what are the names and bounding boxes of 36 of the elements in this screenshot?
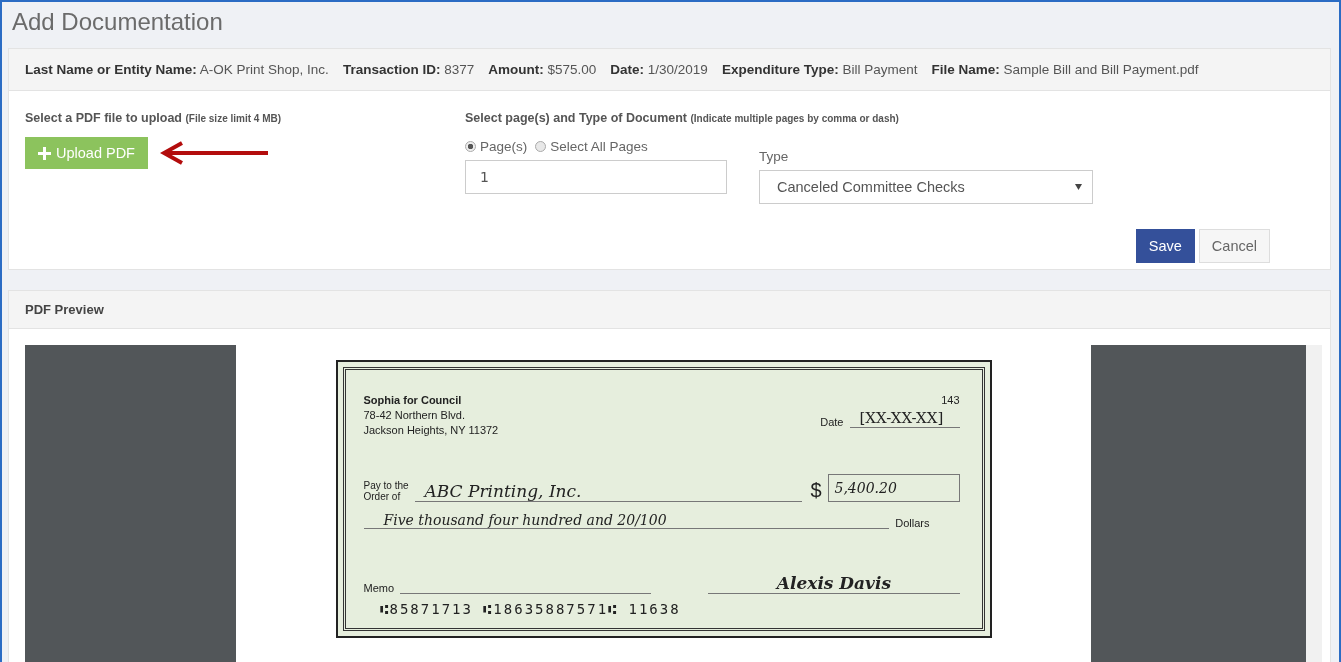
check-number: 143 <box>941 394 960 406</box>
date-value: [XX-XX-XX] <box>859 409 944 427</box>
arrow-icon <box>160 140 270 166</box>
pay-label: Order of <box>363 491 402 502</box>
info-text: Date: 1/30/2019 <box>610 62 708 77</box>
info-text: File Name: Sample Bill and Bill Payment.pdf <box>931 62 1199 77</box>
caret-icon <box>1075 184 1082 190</box>
type-label: Type <box>759 149 789 164</box>
signature: Alexis Davis <box>776 573 891 593</box>
micr-line: ⑆85871713 ⑆18635887571⑆ 11638 <box>379 601 681 617</box>
amount-words: Five thousand four hundred and 20/100 <box>383 512 667 528</box>
page-radio[interactable]: Select All Pages <box>535 139 648 154</box>
preview-heading: PDF Preview <box>9 291 1330 329</box>
dollar-sign: $ <box>810 479 822 502</box>
address-line: Jackson Heights, NY 11372 <box>363 424 500 436</box>
pay-label: Pay to the <box>363 480 409 491</box>
plus-icon <box>38 146 51 160</box>
info-text: Last Name or Entity Name: A-OK Print Shop, Inc. <box>25 62 329 77</box>
payee-name: ABC Printing, Inc. <box>424 481 582 501</box>
info-text: Transaction ID: 8377 <box>342 62 475 77</box>
memo-label: Memo <box>363 582 395 594</box>
payer-name: Sophia for Council <box>363 394 463 406</box>
pages-input[interactable]: 1 <box>465 160 727 194</box>
pages-heading: Select page(s) and Type of Document (Indicate multiple pages by comma or dash) <box>465 111 900 125</box>
upload-heading: Select a PDF file to upload (File size limit 4 MB) <box>25 111 282 125</box>
page-radio[interactable]: Page(s) <box>465 139 528 154</box>
page-title: Add Documentation <box>12 8 224 36</box>
info-text: Amount: $575.00 <box>488 62 597 77</box>
save-button[interactable]: Save <box>1135 229 1195 263</box>
cancel-button[interactable]: Cancel <box>1198 229 1270 263</box>
dollars-label: Dollars <box>895 517 930 529</box>
info-text: Expenditure Type: Bill Payment <box>721 62 918 77</box>
date-label: Date <box>820 416 844 428</box>
amount-value: 5,400.20 <box>834 480 897 496</box>
address-line: 78-42 Northern Blvd. <box>363 409 466 421</box>
type-select[interactable]: Canceled Committee Checks <box>759 170 1093 204</box>
